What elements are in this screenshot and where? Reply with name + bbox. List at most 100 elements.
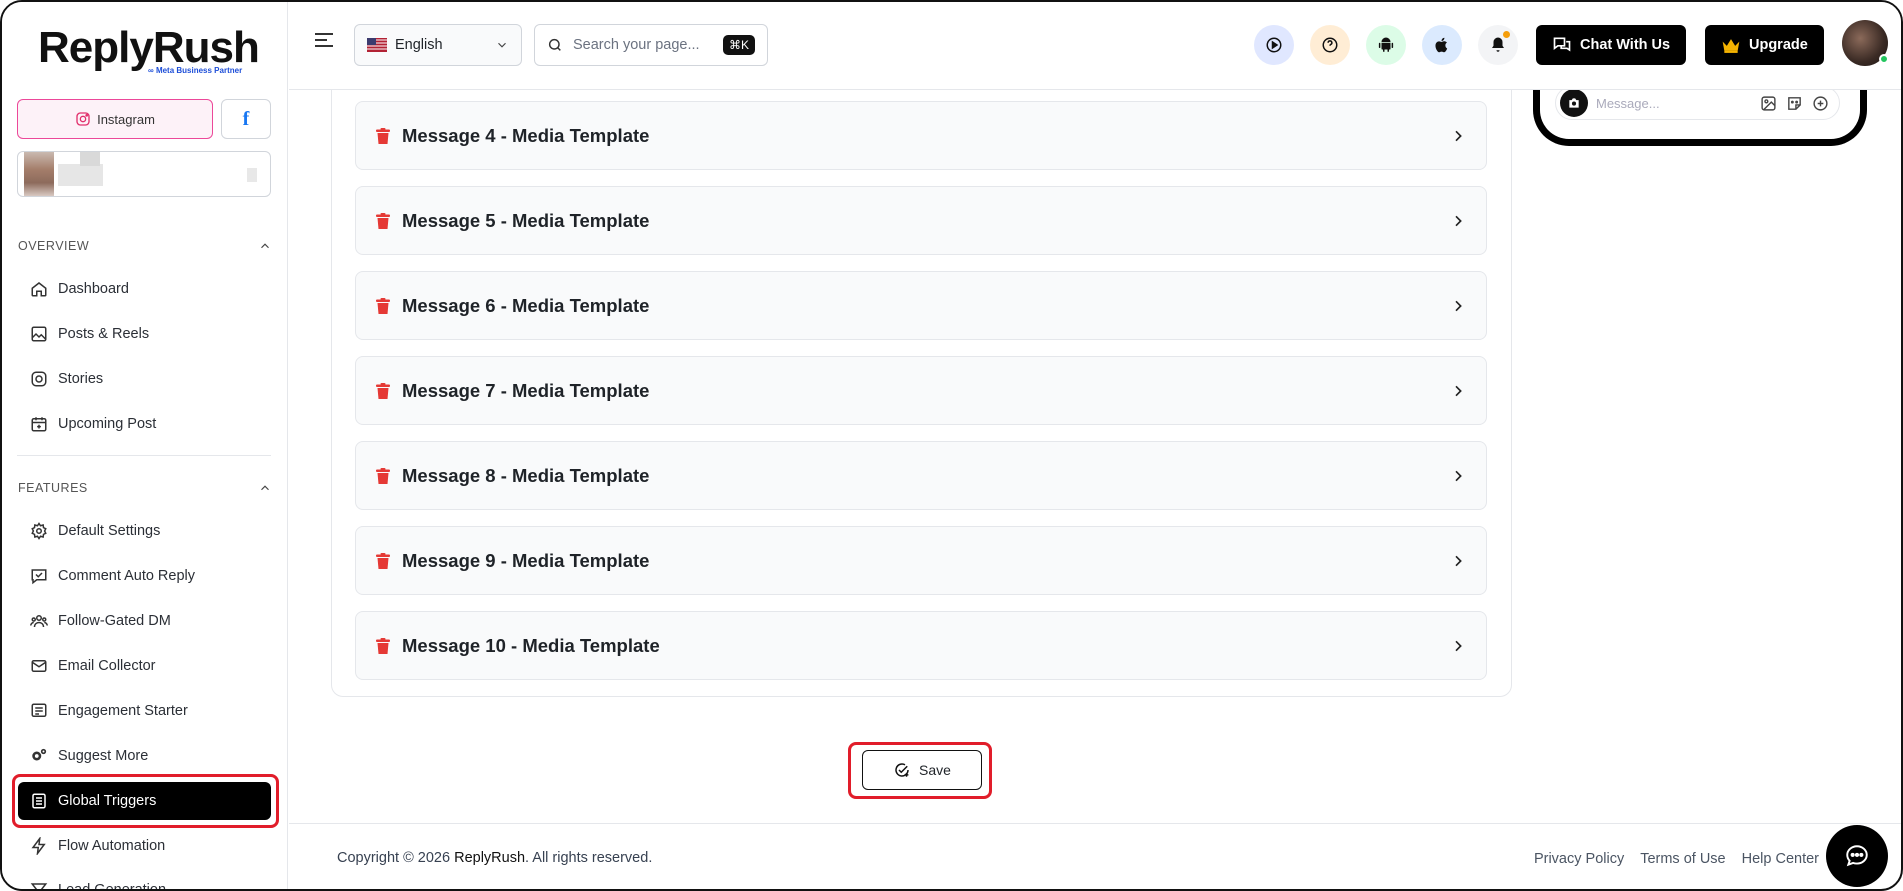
instagram-icon <box>76 112 90 126</box>
user-avatar[interactable] <box>1842 20 1889 66</box>
trash-icon[interactable] <box>376 127 390 144</box>
notification-dot <box>1503 31 1510 38</box>
language-select[interactable]: English <box>354 24 522 66</box>
message-title: Message 7 - Media Template <box>402 379 650 401</box>
phone-message-input: Message... <box>1555 86 1840 120</box>
overview-label: OVERVIEW <box>18 239 90 253</box>
sidebar-item-label: Lead Generation <box>58 882 167 891</box>
message-row[interactable]: Message 5 - Media Template <box>355 186 1487 255</box>
sidebar-item-label: Upcoming Post <box>58 416 157 432</box>
hamburger-icon <box>315 33 333 47</box>
trash-icon[interactable] <box>376 382 390 399</box>
sidebar-item-label: Default Settings <box>58 523 161 539</box>
help-button[interactable] <box>1310 25 1350 65</box>
help-center-link[interactable]: Help Center <box>1742 851 1819 867</box>
sidebar-item-label: Suggest More <box>58 748 149 764</box>
video-tutorial-button[interactable] <box>1254 25 1294 65</box>
footer: Copyright © 2026 ReplyRush. All rights r… <box>289 823 1901 889</box>
account-selector[interactable] <box>17 151 271 197</box>
support-chat-button[interactable] <box>1826 825 1888 887</box>
trash-icon[interactable] <box>376 467 390 484</box>
notifications-button[interactable] <box>1478 25 1518 65</box>
message-row[interactable]: Message 8 - Media Template <box>355 441 1487 510</box>
chevron-down-icon <box>498 42 506 48</box>
sidebar-item-engagement-starter[interactable]: Engagement Starter <box>18 692 271 730</box>
sidebar-item-comment-auto-reply[interactable]: Comment Auto Reply <box>18 557 271 595</box>
instagram-icon <box>31 371 47 387</box>
sticker-icon <box>1788 96 1801 110</box>
message-row[interactable]: Message 7 - Media Template <box>355 356 1487 425</box>
sidebar-item-default-settings[interactable]: Default Settings <box>18 512 271 550</box>
sidebar-item-suggest-more[interactable]: Suggest More <box>18 737 271 775</box>
overview-section-header[interactable]: OVERVIEW <box>18 239 272 253</box>
ios-app-button[interactable] <box>1422 25 1462 65</box>
sidebar-item-posts-reels[interactable]: Posts & Reels <box>18 315 271 353</box>
trash-icon[interactable] <box>376 212 390 229</box>
search-input[interactable]: Search your page... ⌘K <box>534 24 768 66</box>
brand-logo[interactable]: ReplyRush ∞ Meta Business Partner <box>38 23 260 76</box>
image-icon <box>31 326 47 342</box>
sidebar-item-follow-gated-dm[interactable]: Follow-Gated DM <box>18 602 271 640</box>
sidebar-item-upcoming-post[interactable]: Upcoming Post <box>18 405 271 443</box>
bolt-icon <box>31 837 46 855</box>
sidebar-item-flow-automation[interactable]: Flow Automation <box>18 827 271 865</box>
camera-icon <box>1560 89 1588 117</box>
sidebar-item-label: Comment Auto Reply <box>58 568 196 584</box>
brand-name: ReplyRush <box>38 23 260 72</box>
tab-instagram[interactable]: Instagram <box>17 99 213 139</box>
meta-icon: ∞ <box>148 66 154 75</box>
trash-icon[interactable] <box>376 552 390 569</box>
sidebar-item-label: Stories <box>58 371 104 387</box>
comment-icon <box>31 569 47 585</box>
chat-with-us-button[interactable]: Chat With Us <box>1536 25 1687 65</box>
menu-toggle-button[interactable] <box>314 32 334 53</box>
terms-of-use-link[interactable]: Terms of Use <box>1640 851 1725 867</box>
chevron-up-icon <box>261 485 269 491</box>
upgrade-label: Upgrade <box>1749 37 1808 53</box>
sidebar-item-lead-generation[interactable]: Lead Generation <box>18 871 271 891</box>
account-name-redacted <box>58 164 103 186</box>
footer-links: Privacy Policy Terms of Use Help Center <box>1534 851 1819 867</box>
chevron-right-icon <box>1455 640 1462 651</box>
mail-icon <box>31 660 47 672</box>
message-title: Message 9 - Media Template <box>402 549 650 571</box>
copyright-brand: ReplyRush <box>454 850 526 866</box>
calendar-plus-icon <box>31 417 47 432</box>
top-header: English Search your page... ⌘K Chat With… <box>289 2 1901 90</box>
search-icon <box>548 38 561 51</box>
message-row[interactable]: Message 6 - Media Template <box>355 271 1487 340</box>
play-circle-icon <box>1266 37 1282 53</box>
account-selector-icon <box>247 168 257 182</box>
sidebar-divider <box>17 455 271 456</box>
account-avatar-redacted <box>24 152 54 196</box>
sidebar-item-label: Flow Automation <box>58 838 166 854</box>
users-icon <box>30 615 48 628</box>
chevron-right-icon <box>1455 555 1462 566</box>
message-title: Message 5 - Media Template <box>402 209 650 231</box>
message-title: Message 10 - Media Template <box>402 634 660 656</box>
upgrade-button[interactable]: Upgrade <box>1705 25 1824 65</box>
chevron-right-icon <box>1455 300 1462 311</box>
sidebar-item-email-collector[interactable]: Email Collector <box>18 647 271 685</box>
message-row[interactable]: Message 9 - Media Template <box>355 526 1487 595</box>
features-section-header[interactable]: FEATURES <box>18 481 272 495</box>
chevron-up-icon <box>261 243 269 249</box>
android-app-button[interactable] <box>1366 25 1406 65</box>
funnel-icon <box>30 883 48 889</box>
sidebar-item-dashboard[interactable]: Dashboard <box>18 270 271 308</box>
sidebar-item-label: Engagement Starter <box>58 703 188 719</box>
privacy-policy-link[interactable]: Privacy Policy <box>1534 851 1624 867</box>
trash-icon[interactable] <box>376 637 390 654</box>
sidebar-item-stories[interactable]: Stories <box>18 360 271 398</box>
trash-icon[interactable] <box>376 297 390 314</box>
copyright-text: Copyright © 2026 ReplyRush. All rights r… <box>337 850 653 866</box>
account-name-redacted <box>80 152 100 166</box>
save-button[interactable]: Save <box>862 750 982 790</box>
online-status-dot <box>1879 54 1889 64</box>
phone-message-placeholder: Message... <box>1596 95 1660 111</box>
message-row[interactable]: Message 4 - Media Template <box>355 101 1487 170</box>
account-platform-tabs: Instagram f <box>17 99 271 139</box>
chat-bubble-icon <box>1846 845 1868 867</box>
message-row[interactable]: Message 10 - Media Template <box>355 611 1487 680</box>
tab-facebook[interactable]: f <box>221 99 271 139</box>
